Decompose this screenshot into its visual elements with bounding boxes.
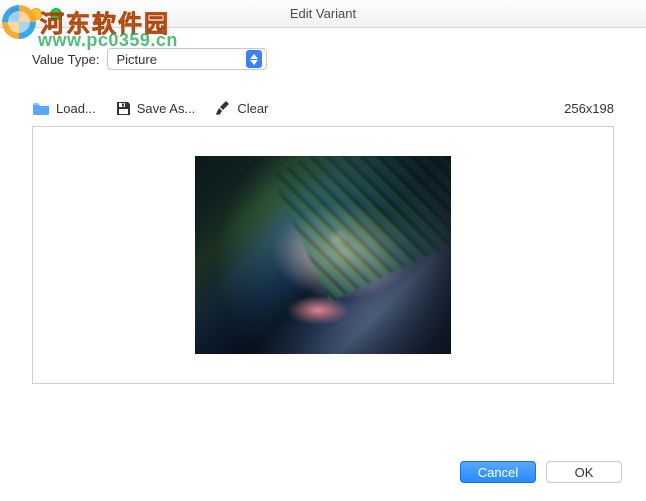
titlebar: Edit Variant <box>0 0 646 28</box>
save-as-label: Save As... <box>137 101 196 116</box>
value-type-label: Value Type: <box>32 52 99 67</box>
select-arrows-icon <box>246 50 262 68</box>
content-area: Value Type: Picture Load... <box>0 28 646 384</box>
value-type-select[interactable]: Picture <box>107 48 267 70</box>
load-button[interactable]: Load... <box>32 101 96 116</box>
dialog-footer: Cancel OK <box>460 461 622 483</box>
cancel-label: Cancel <box>478 465 518 480</box>
ok-button[interactable]: OK <box>546 461 622 483</box>
brush-icon <box>215 100 231 116</box>
clear-button[interactable]: Clear <box>215 100 268 116</box>
ok-label: OK <box>575 465 594 480</box>
image-dimensions: 256x198 <box>564 101 614 116</box>
floppy-icon <box>116 101 131 116</box>
save-as-button[interactable]: Save As... <box>116 101 196 116</box>
value-type-selected: Picture <box>116 52 156 67</box>
load-label: Load... <box>56 101 96 116</box>
preview-frame <box>32 126 614 384</box>
clear-label: Clear <box>237 101 268 116</box>
preview-toolbar: Load... Save As... Clear <box>32 100 614 116</box>
window-title: Edit Variant <box>0 6 646 21</box>
value-type-row: Value Type: Picture <box>32 48 614 70</box>
cancel-button[interactable]: Cancel <box>460 461 536 483</box>
preview-image <box>195 156 451 354</box>
folder-icon <box>32 101 50 115</box>
